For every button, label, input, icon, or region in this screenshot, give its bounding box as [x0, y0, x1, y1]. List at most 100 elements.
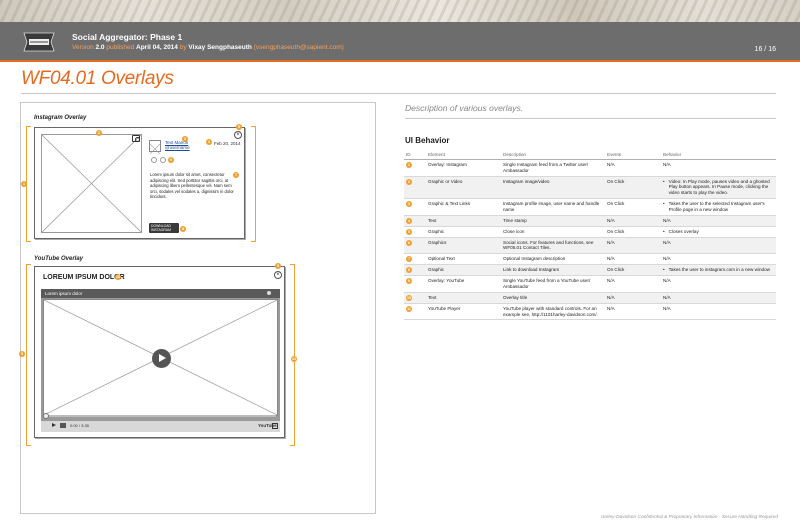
row-event: N/A — [605, 159, 661, 177]
table-row: 9 Overlay: YouTube Single YouTube feed fro… — [404, 275, 776, 293]
behavior-text: Takes the user to the selected Instagram… — [668, 200, 765, 212]
row-behavior: N/A — [661, 237, 776, 255]
youtube-scrubber[interactable] — [43, 413, 49, 419]
row-description: Close icon — [501, 226, 605, 238]
table-row: 6 Graphics Social icons. For features and … — [404, 237, 776, 255]
row-behavior: • Takes the user to the selected Instagra… — [661, 198, 776, 216]
instagram-image-placeholder[interactable] — [41, 134, 142, 233]
row-behavior: • Video: In Play mode, pauses video and a… — [661, 176, 776, 199]
row-id: 8 — [404, 264, 426, 277]
instagram-close-icon[interactable]: × — [234, 131, 242, 139]
description-divider — [405, 118, 776, 119]
row-event: N/A — [605, 275, 661, 293]
youtube-bracket-right — [290, 264, 295, 446]
row-description: Time stamp — [501, 215, 605, 227]
youtube-player-title: Lorem ipsum dolor — [45, 291, 83, 296]
bullet-icon: • — [663, 178, 665, 184]
row-element: Graphic or Video — [426, 176, 501, 199]
instagram-description: Lorem ipsum dolor sit amet, consectetur … — [150, 172, 234, 200]
row-behavior: N/A — [661, 215, 776, 227]
social-icon-1[interactable] — [151, 157, 157, 163]
marker-9: 9 — [19, 351, 25, 357]
column-header: Behavior — [661, 150, 776, 160]
row-description: Social icons. For features and functions… — [501, 237, 605, 255]
row-number-badge: 3 — [406, 200, 412, 207]
marker-3: 3 — [182, 136, 188, 142]
marker-7: 7 — [233, 172, 239, 178]
behavior-text: Video: In Play mode, pauses video and a … — [668, 178, 770, 196]
row-description: Optional Instagram description — [501, 253, 605, 266]
youtube-play-control-icon[interactable] — [52, 423, 56, 427]
download-instagram-button[interactable]: DOWNLOAD INSTAGRAM — [149, 223, 179, 233]
youtube-progress-track[interactable] — [45, 415, 276, 417]
social-icon-2[interactable] — [160, 157, 166, 163]
bullet-icon: • — [663, 228, 665, 234]
share-icon[interactable] — [267, 291, 271, 295]
row-event: N/A — [605, 303, 661, 321]
row-element: Overlay: Instagram — [426, 159, 501, 177]
row-id: 10 — [404, 292, 426, 304]
row-number-badge: 9 — [406, 278, 412, 285]
marker-2: 2 — [96, 130, 102, 136]
fullscreen-icon[interactable] — [272, 423, 278, 429]
behavior-text: Takes the user to instagram.com in a new… — [668, 267, 770, 273]
row-element: Graphic & Text Links — [426, 198, 501, 216]
instagram-avatar[interactable] — [149, 140, 161, 155]
row-id: 4 — [404, 215, 426, 227]
row-number-badge: 1 — [406, 162, 412, 168]
table-row: 4 Text Time stamp N/A N/A — [404, 215, 776, 227]
youtube-time: 0:00 / 3:35 — [70, 423, 89, 428]
play-icon[interactable] — [152, 349, 171, 368]
table-row: 1 Overlay: Instagram Single Instagram feed… — [404, 159, 776, 177]
row-description: Instagram profile image, user name and h… — [501, 198, 605, 216]
table-row: 2 Graphic or Video Instagram image/video On… — [404, 176, 776, 199]
table-row: 5 Graphic Close icon On Click • Closes overla… — [404, 226, 776, 238]
row-event: N/A — [605, 292, 661, 304]
row-event: N/A — [605, 253, 661, 266]
row-number-badge: 4 — [406, 217, 412, 224]
table-row: 11 YouTube Player YouTube player with stan… — [404, 303, 776, 321]
youtube-bracket — [26, 264, 31, 446]
row-id: 11 — [404, 303, 426, 321]
ui-behavior-heading: UI Behavior — [405, 136, 450, 145]
row-description: Single Instagram feed from a Twitter use… — [501, 159, 605, 177]
row-element: Graphic — [426, 226, 501, 238]
youtube-close-icon[interactable]: × — [274, 271, 282, 279]
row-element: Overlay: YouTube — [426, 275, 501, 293]
row-element: Text — [426, 292, 501, 304]
row-number-badge: 8 — [406, 267, 412, 274]
column-header: Description — [501, 150, 605, 160]
row-event: On Click — [605, 198, 661, 216]
bullet-icon: • — [663, 200, 665, 206]
row-event: N/A — [605, 237, 661, 255]
row-number-badge: 7 — [406, 256, 412, 263]
row-event: On Click — [605, 264, 661, 277]
ui-behavior-table: ID Element Description Events Behavior 1… — [404, 150, 776, 321]
instagram-timestamp: Feb 20, 2014 — [214, 141, 241, 146]
row-event: N/A — [605, 215, 661, 227]
instagram-camera-icon — [132, 135, 140, 142]
row-behavior: • Closes overlay — [661, 226, 776, 238]
overlay-description: Description of various overlays. — [405, 103, 524, 113]
row-element: YouTube Player — [426, 303, 501, 321]
header-accent-line — [0, 60, 800, 62]
column-header: Element — [426, 150, 501, 160]
instagram-bracket-right — [251, 126, 256, 242]
marker-11: 11 — [291, 356, 297, 362]
instagram-overlay-label: Instagram Overlay — [34, 115, 87, 121]
row-id: 1 — [404, 159, 426, 177]
row-behavior: N/A — [661, 159, 776, 177]
volume-icon[interactable] — [60, 423, 66, 428]
row-description: Link to download Instagram — [501, 264, 605, 277]
behavior-text: Closes overlay — [668, 228, 699, 234]
marker-8: 8 — [180, 226, 186, 232]
table-row: 7 Optional Text Optional Instagram descrip… — [404, 253, 776, 266]
marker-4: 4 — [206, 139, 212, 145]
row-id: 7 — [404, 253, 426, 266]
row-description: Single YouTube feed from a YouTube user/… — [501, 275, 605, 293]
table-row: 3 Graphic & Text Links Instagram profile i… — [404, 198, 776, 216]
marker-6: 6 — [168, 157, 174, 163]
row-description: YouTube player with standard controls. F… — [501, 303, 605, 321]
marker-5b: 5 — [275, 263, 281, 269]
column-header: ID — [404, 150, 426, 160]
